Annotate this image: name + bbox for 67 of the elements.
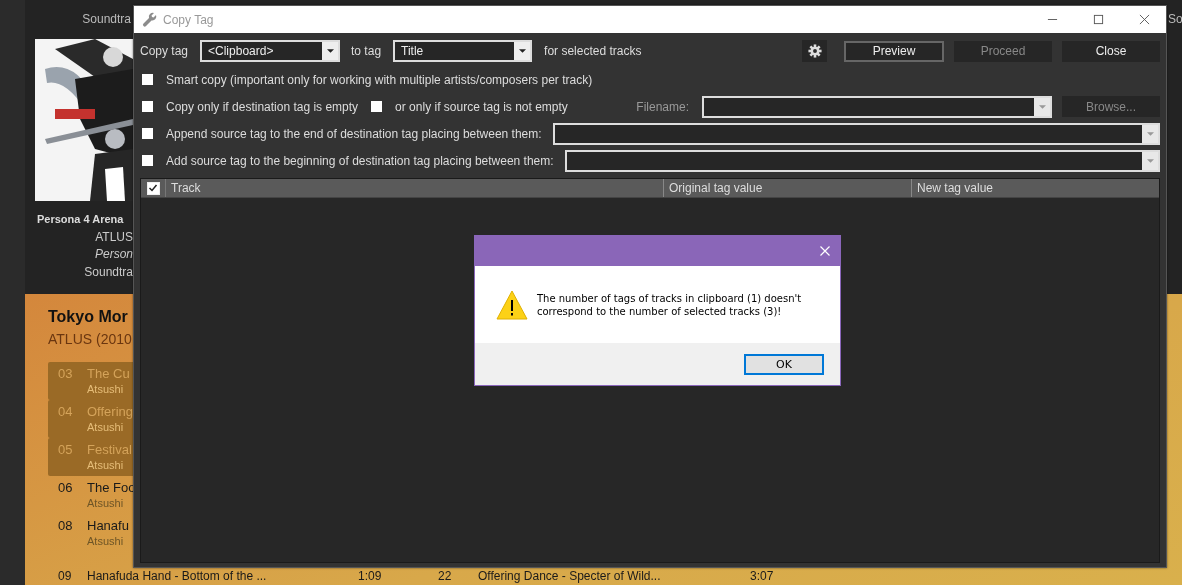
caret-icon — [1146, 131, 1154, 136]
settings-button[interactable] — [802, 40, 827, 62]
track-number: 05 — [58, 441, 74, 459]
smart-copy-label: Smart copy (important only for working with multiple artists/composers per track) — [166, 72, 593, 87]
caret-icon — [1146, 158, 1154, 163]
album-genre: So — [1168, 11, 1182, 28]
option-label: Append source tag to the end of destination tag placing between them: — [166, 126, 542, 141]
wrench-icon — [142, 11, 158, 28]
separator-dropdown[interactable] — [564, 149, 1160, 172]
track-number: 06 — [58, 479, 74, 497]
track-title: Hanafuda Hand - Bottom of the ... — [87, 569, 268, 583]
checkbox[interactable] — [142, 74, 153, 85]
ok-button[interactable]: OK — [744, 353, 824, 375]
track-number: 08 — [58, 517, 74, 535]
window-title: Copy Tag — [163, 12, 214, 27]
track-title: Festival — [87, 442, 132, 457]
column-header[interactable]: New tag value — [912, 179, 1159, 197]
track-title: The Cu — [87, 366, 130, 381]
track-duration: 1:09 — [358, 569, 383, 583]
message-text: The number of tags of tracks in clipboard (1) doesn't correspond to the number of selected tracks (3)! — [537, 291, 803, 318]
track-artist: Atsushi — [87, 383, 125, 395]
track-artist: Atsushi — [87, 497, 125, 509]
dialog-button[interactable]: Preview — [844, 40, 944, 62]
checkbox[interactable] — [142, 128, 153, 139]
checkbox[interactable] — [371, 101, 383, 112]
track-duration: 3:07 — [750, 569, 774, 583]
caret-icon — [1038, 104, 1046, 109]
track-title: Hanafu — [87, 518, 129, 533]
destination-dropdown[interactable]: Title — [393, 40, 533, 62]
album-series: Person — [94, 246, 133, 263]
maximize-icon[interactable] — [1093, 14, 1104, 25]
warning-icon — [496, 288, 528, 321]
selected-tracks-label: for selected tracks — [544, 44, 642, 58]
album-artist: ATLUS — [95, 228, 133, 246]
filename-label: Filename: — [636, 99, 689, 114]
album-genre: Soundtra — [84, 263, 133, 281]
select-all-checkbox[interactable] — [146, 181, 160, 195]
filename-dropdown[interactable] — [702, 95, 1052, 118]
caret-icon — [518, 49, 526, 53]
gear-icon — [807, 44, 822, 58]
track-number: 04 — [58, 403, 74, 421]
option-label: Copy only if destination tag is empty — [166, 99, 359, 114]
checkbox[interactable] — [142, 155, 153, 166]
dialog-button[interactable]: Close — [1062, 40, 1160, 62]
track-number: 03 — [58, 365, 74, 383]
copy-tag-label: Copy tag — [140, 44, 189, 58]
album-genre: Soundtra — [82, 11, 131, 28]
checkbox[interactable] — [142, 101, 153, 112]
album-subtitle: ATLUS (2010 — [48, 331, 132, 347]
separator-dropdown[interactable] — [552, 122, 1160, 145]
track-number: 09 — [58, 569, 73, 583]
option-label: Add source tag to the beginning of destination tag placing between them: — [166, 153, 554, 168]
track-artist: Atsushi — [87, 421, 125, 433]
option-label: or only if source tag is not empty — [395, 99, 568, 114]
source-dropdown[interactable]: <Clipboard> — [200, 40, 341, 62]
close-icon[interactable] — [1139, 14, 1150, 25]
column-header[interactable]: Track — [166, 179, 664, 197]
track-title: Offering Dance - Specter of Wild... — [478, 569, 662, 583]
to-tag-label: to tag — [351, 44, 382, 58]
album-title: Persona 4 Arena — [36, 212, 125, 227]
track-artist: Atsushi — [87, 535, 125, 547]
album-title: Tokyo Mor — [48, 308, 128, 326]
caret-icon — [326, 49, 334, 53]
column-header[interactable]: Original tag value — [664, 179, 912, 197]
track-artist: Atsushi — [87, 459, 125, 471]
track-number: 22 — [438, 569, 453, 583]
track-title: Offering — [87, 404, 133, 419]
